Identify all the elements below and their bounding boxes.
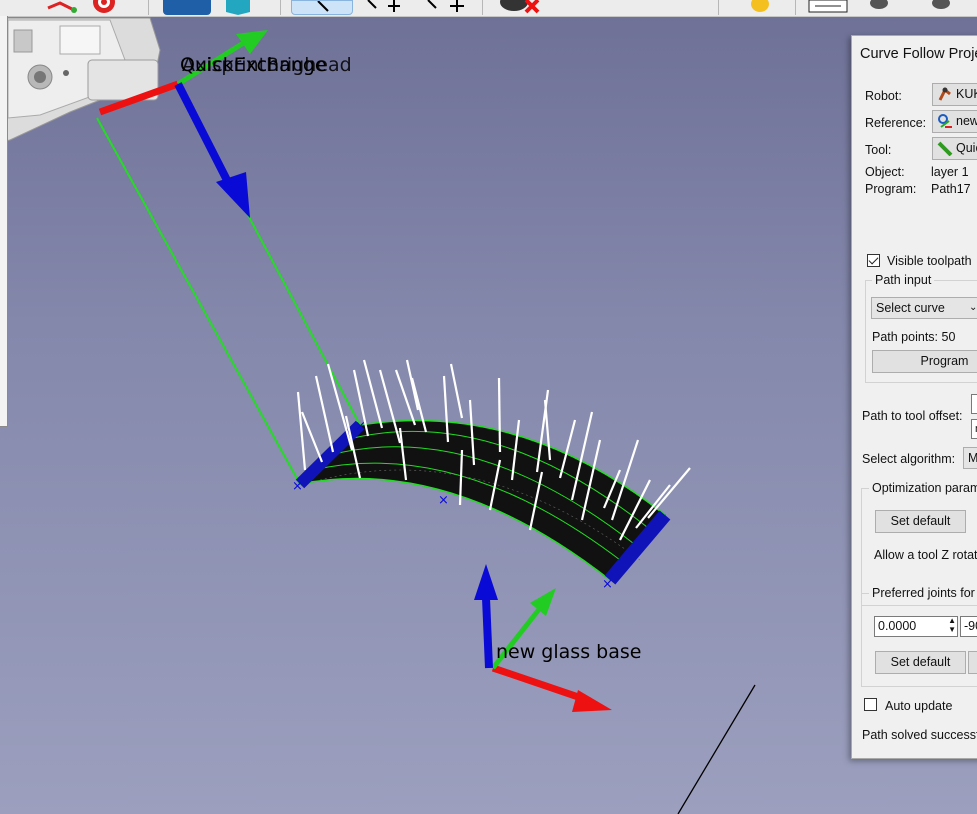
curve-follow-panel: Curve Follow Project Robot: KUKA Referen… <box>851 35 977 759</box>
3d-viewport[interactable]: QuickExchange AxisprintBrighead × × × × <box>0 0 977 814</box>
robot-label: Robot: <box>865 89 902 103</box>
gear-alt-icon[interactable] <box>926 0 956 15</box>
scene-canvas[interactable]: QuickExchange AxisprintBrighead × × × × <box>0 0 977 814</box>
reference-label: Reference: <box>865 116 927 130</box>
approach-line-1 <box>96 117 301 485</box>
model-edge-line <box>677 684 756 814</box>
object-label: Object: <box>865 165 905 179</box>
program-value: Path17 <box>931 182 971 196</box>
joint-2-spinbox[interactable]: -90 <box>960 616 977 637</box>
reference-select-button[interactable]: new <box>932 110 977 133</box>
auto-update-label: Auto update <box>885 699 953 713</box>
gear-icon[interactable] <box>864 0 894 15</box>
tool-label: Tool: <box>865 143 892 157</box>
main-toolbar <box>0 0 977 17</box>
path-input-title: Path input <box>872 273 935 287</box>
path-points-text: Path points: 50 <box>872 330 956 344</box>
left-dock-edge[interactable] <box>0 16 8 427</box>
auto-update-checkbox[interactable] <box>864 698 877 711</box>
list-icon[interactable] <box>805 0 851 15</box>
toolpath-surface[interactable]: × × × × <box>292 419 671 592</box>
optimization-title: Optimization parameters <box>869 481 977 495</box>
tool-icon <box>937 140 953 157</box>
select-algorithm-label: Select algorithm: <box>862 452 956 466</box>
reference-frame-icon <box>937 113 953 129</box>
coin-icon[interactable] <box>745 0 775 15</box>
spin-arrows-icon[interactable]: ▲ ▼ <box>948 617 956 634</box>
status-text: Path solved successfully <box>862 728 977 742</box>
delete-robot-icon[interactable] <box>492 0 548 15</box>
tool-label-overlap: AxisprintBrighead <box>182 54 352 76</box>
path-to-tool-offset-label: Path to tool offset: <box>862 409 963 423</box>
preferred-joints-title: Preferred joints for <box>869 586 977 600</box>
robot-select-button[interactable]: KUKA <box>932 83 977 106</box>
robot-arm-icon[interactable] <box>44 0 80 15</box>
box-icon[interactable] <box>222 0 254 15</box>
panel-title: Curve Follow Project <box>860 46 977 62</box>
visible-toolpath-label: Visible toolpath <box>887 254 972 268</box>
tool-select-button[interactable]: Quick <box>932 137 977 160</box>
object-value: layer 1 <box>931 165 969 179</box>
chevron-down-icon: ⌄ <box>969 302 977 313</box>
move-tool-icon[interactable] <box>360 0 408 15</box>
visible-toolpath-checkbox[interactable] <box>867 254 880 267</box>
svg-text:×: × <box>292 479 303 494</box>
joints-extra-button[interactable] <box>968 651 977 674</box>
set-default-button-2[interactable]: Set default <box>875 651 966 674</box>
target-icon[interactable] <box>86 0 122 15</box>
offset-spinbox-top[interactable] <box>971 394 977 414</box>
offset-unit-field[interactable]: m <box>971 419 977 439</box>
rotate-tool-icon[interactable] <box>420 0 472 15</box>
select-curve-dropdown[interactable]: Select curve ⌄ <box>871 297 977 319</box>
robot-icon <box>937 86 953 102</box>
view-icon[interactable] <box>163 0 211 15</box>
select-arrow-icon[interactable] <box>291 0 353 15</box>
joint-1-spinbox[interactable]: 0.0000 ▲ ▼ <box>874 616 958 637</box>
allow-rotation-text: Allow a tool Z rotation <box>874 548 977 562</box>
base-label: new glass base <box>496 641 641 663</box>
program-label: Program: <box>865 182 917 196</box>
program-button[interactable]: Program <box>872 350 977 373</box>
base-frame-axes: new glass base <box>474 564 641 712</box>
algorithm-dropdown[interactable]: M <box>963 447 977 469</box>
robot-tool-model[interactable] <box>0 17 161 143</box>
set-default-button-1[interactable]: Set default <box>875 510 966 533</box>
svg-text:×: × <box>438 493 449 508</box>
svg-text:×: × <box>602 577 613 592</box>
